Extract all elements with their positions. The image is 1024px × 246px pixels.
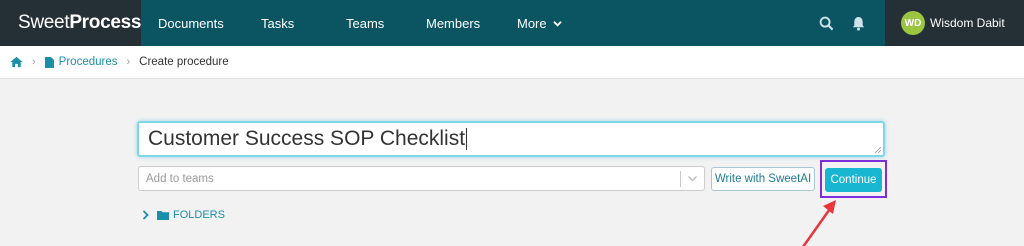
add-to-teams-select[interactable]: Add to teams xyxy=(138,166,705,191)
right-tools: WD Wisdom Dabit xyxy=(815,0,1024,46)
chevron-down-icon xyxy=(552,20,562,27)
write-with-sweetai-button[interactable]: Write with SweetAI xyxy=(711,167,815,191)
search-button[interactable] xyxy=(815,0,837,46)
nav-teams[interactable]: Teams xyxy=(346,0,426,46)
brand-name: SweetProcess xyxy=(18,12,142,33)
avatar: WD xyxy=(901,11,925,35)
breadcrumb-current: Create procedure xyxy=(139,56,229,68)
user-menu[interactable]: WD Wisdom Dabit xyxy=(885,0,1024,46)
resize-grip-icon[interactable] xyxy=(875,147,881,153)
text-cursor xyxy=(466,128,468,150)
top-navbar: SweetProcess Documents Tasks Teams Membe… xyxy=(0,0,1024,46)
breadcrumb: › Procedures › Create procedure xyxy=(0,46,1024,79)
procedure-title-input[interactable]: Customer Success SOP Checklist xyxy=(137,121,885,157)
folders-label: FOLDERS xyxy=(173,209,225,221)
nav-documents[interactable]: Documents xyxy=(158,0,246,46)
arrow-annotation xyxy=(802,200,836,246)
chevron-right-icon xyxy=(142,210,149,220)
nav-more[interactable]: More xyxy=(517,0,587,46)
chevron-right-icon: › xyxy=(32,56,36,68)
nav-more-label: More xyxy=(517,15,547,31)
home-icon[interactable] xyxy=(10,56,23,68)
select-divider xyxy=(680,171,681,187)
search-icon xyxy=(819,16,833,30)
user-name: Wisdom Dabit xyxy=(930,16,1005,30)
breadcrumb-procedures[interactable]: Procedures xyxy=(59,56,118,68)
main-nav: Documents Tasks Teams Members More xyxy=(141,0,587,46)
continue-button[interactable]: Continue xyxy=(825,168,882,192)
chevron-down-icon[interactable] xyxy=(687,172,698,185)
bell-icon xyxy=(852,16,864,31)
notifications-button[interactable] xyxy=(847,0,869,46)
teams-placeholder: Add to teams xyxy=(146,172,214,185)
chevron-right-icon: › xyxy=(126,56,131,68)
document-icon xyxy=(44,56,54,68)
nav-tasks[interactable]: Tasks xyxy=(261,0,346,46)
brand-logo[interactable]: SweetProcess xyxy=(0,0,141,46)
procedure-title-value: Customer Success SOP Checklist xyxy=(148,127,466,150)
nav-members[interactable]: Members xyxy=(426,0,517,46)
folders-toggle[interactable]: FOLDERS xyxy=(142,207,225,223)
folder-icon xyxy=(157,211,169,220)
